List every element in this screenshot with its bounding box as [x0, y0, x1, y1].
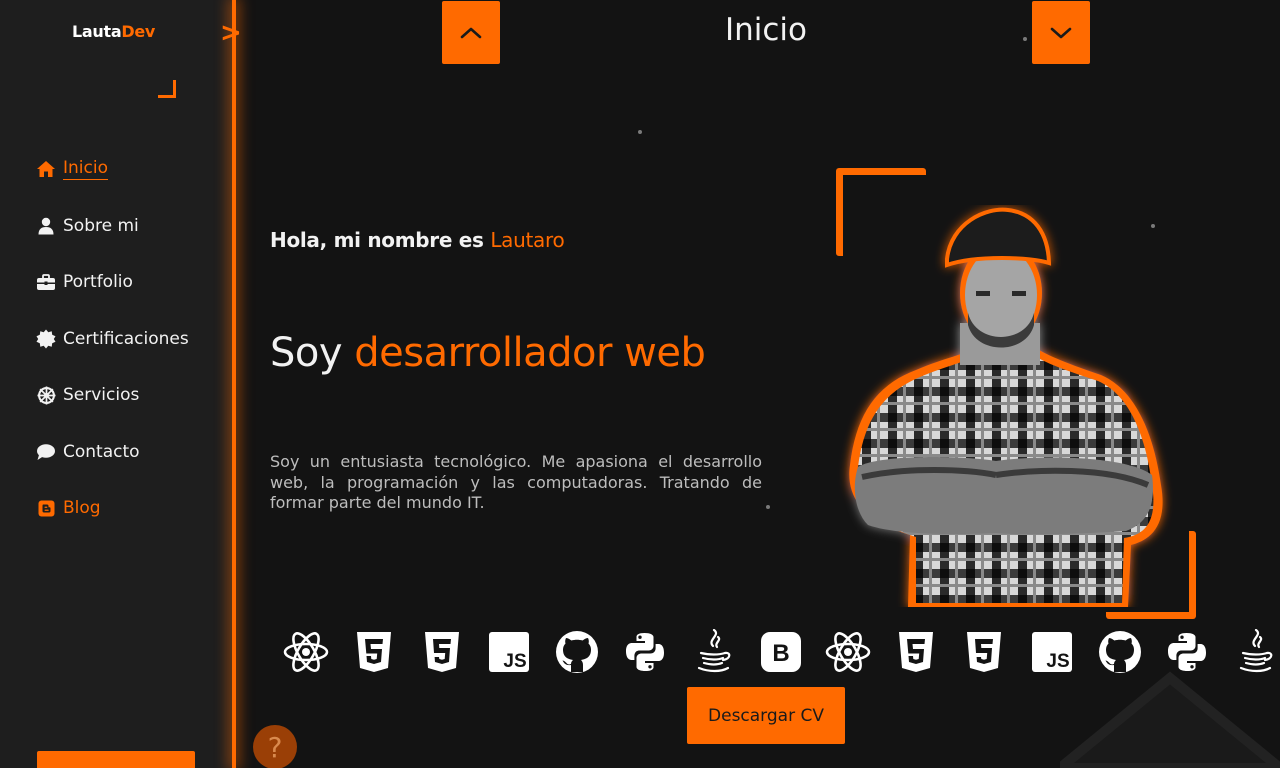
javascript-icon: JS [485, 628, 533, 676]
sidebar-toggle-icon[interactable]: > [220, 18, 242, 48]
html5-icon [350, 628, 398, 676]
sidebar-item-contacto[interactable]: Contacto [36, 438, 189, 466]
sidebar: LautaDev Inicio Sobre mi Portfolio Certi… [0, 0, 232, 768]
decorative-shape [1060, 671, 1280, 768]
github-icon [1096, 628, 1144, 676]
sidebar-item-label: Portfolio [63, 272, 133, 292]
sidebar-item-servicios[interactable]: Servicios [36, 381, 189, 409]
sidebar-item-label: Contacto [63, 441, 140, 462]
java-icon [1231, 628, 1279, 676]
previous-section-button[interactable] [442, 1, 500, 64]
briefcase-icon [36, 272, 56, 292]
svg-text:B: B [772, 640, 789, 667]
download-cv-button[interactable]: Descargar CV [687, 687, 845, 744]
sidebar-item-label: Inicio [63, 158, 108, 180]
sidebar-item-inicio[interactable]: Inicio [36, 155, 189, 183]
chevron-up-icon [460, 27, 482, 38]
sidebar-item-label: Sobre mi [63, 215, 139, 236]
wheel-icon [36, 385, 56, 405]
greeting-prefix: Hola, mi nombre es [270, 228, 491, 252]
sidebar-item-certificaciones[interactable]: Certificaciones [36, 325, 189, 353]
sidebar-item-label: Servicios [63, 385, 140, 405]
sidebar-item-label: Blog [63, 498, 101, 518]
hero-headline: Soy desarrollador web [270, 330, 706, 376]
home-icon [36, 159, 56, 179]
bootstrap-icon: B [757, 628, 805, 676]
python-icon [621, 628, 669, 676]
css3-icon [418, 628, 466, 676]
page: LautaDev Inicio Sobre mi Portfolio Certi… [0, 0, 1280, 768]
sidebar-item-sobre-mi[interactable]: Sobre mi [36, 212, 189, 240]
user-icon [36, 216, 56, 236]
brand-name-main: Lauta [72, 22, 122, 41]
brand-name-accent: Dev [121, 22, 156, 41]
sidebar-nav: Inicio Sobre mi Portfolio Certificacione… [36, 155, 189, 551]
sidebar-item-label: Certificaciones [63, 328, 189, 349]
github-icon [553, 628, 601, 676]
greeting-name: Lautaro [490, 228, 565, 252]
python-icon [1163, 628, 1211, 676]
headline-prefix: Soy [270, 330, 355, 376]
svg-text:JS: JS [504, 651, 527, 672]
sidebar-edge-glow [232, 0, 236, 768]
sidebar-item-portfolio[interactable]: Portfolio [36, 268, 189, 296]
tech-stack-carousel: JS B JS [282, 628, 1280, 676]
javascript-icon: JS [1028, 628, 1076, 676]
svg-text:JS: JS [1046, 651, 1069, 672]
particle-dot [766, 505, 770, 509]
brand-logo[interactable]: LautaDev [72, 22, 155, 41]
sidebar-cta-button[interactable] [37, 751, 195, 768]
hero-greeting: Hola, mi nombre es Lautaro [270, 228, 565, 252]
chevron-down-icon [1050, 27, 1072, 38]
certificate-icon [36, 329, 56, 349]
blogger-icon [36, 498, 56, 518]
sidebar-item-blog[interactable]: Blog [36, 494, 189, 522]
headline-role: desarrollador web [354, 330, 706, 376]
css3-icon [960, 628, 1008, 676]
particle-dot [638, 130, 642, 134]
next-section-button[interactable] [1032, 1, 1090, 64]
particle-dot [1023, 37, 1027, 41]
hero-bio: Soy un entusiasta tecnológico. Me apasio… [270, 452, 762, 512]
profile-photo [849, 207, 1163, 607]
logo-corner-decoration [158, 80, 176, 98]
section-title: Inicio [724, 12, 808, 48]
chat-icon [36, 442, 56, 462]
react-icon [824, 628, 872, 676]
java-icon [689, 628, 737, 676]
html5-icon [892, 628, 940, 676]
react-icon [282, 628, 330, 676]
help-button[interactable]: ? [253, 725, 297, 768]
